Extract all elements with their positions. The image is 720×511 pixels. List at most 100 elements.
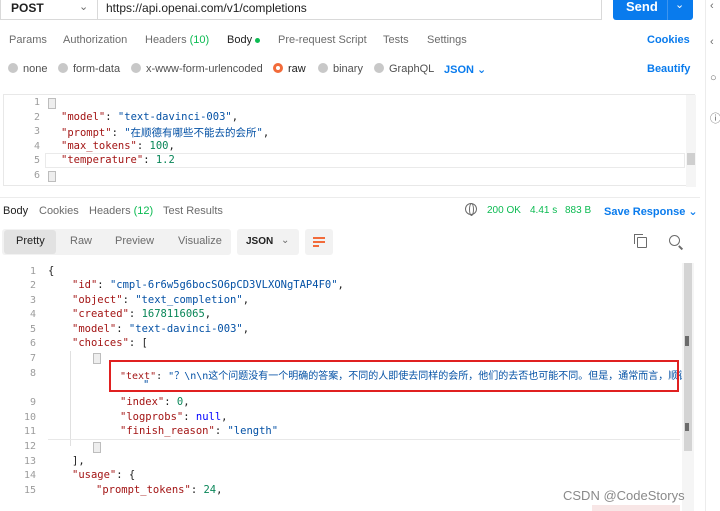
response-time[interactable]: 4.41 s	[530, 205, 557, 216]
url-text: https://api.openai.com/v1/completions	[106, 1, 307, 15]
json-key: "prompt_tokens"	[96, 484, 191, 496]
tab-params[interactable]: Params	[9, 34, 47, 46]
code-line: ],	[72, 455, 85, 467]
wrap-lines-icon	[313, 237, 325, 239]
code-line: "temperature": 1.2	[61, 154, 175, 166]
json-key: "object"	[72, 294, 123, 306]
code-icon[interactable]: ‹	[710, 0, 714, 12]
code-snippet-icon[interactable]: ‹	[710, 36, 714, 48]
status-code[interactable]: 200 OK	[487, 205, 521, 216]
scrollbar-marker	[685, 336, 689, 346]
radio-binary[interactable]: binary	[318, 63, 363, 75]
body-type-options: none form-data x-www-form-urlencoded raw…	[0, 62, 700, 80]
method-select[interactable]: POST ⌄	[0, 0, 97, 20]
search-icon[interactable]	[669, 235, 680, 246]
json-key: "model"	[72, 323, 117, 335]
send-button[interactable]: Send ⌄	[613, 0, 693, 20]
line-number: 10	[23, 412, 36, 423]
code-line: "model": "text-davinci-003",	[61, 111, 239, 123]
tab-authorization[interactable]: Authorization	[63, 34, 127, 46]
code-line: "prompt": "在顺德有哪些不能去的会所",	[61, 127, 270, 139]
view-visualize[interactable]: Visualize	[178, 235, 222, 247]
request-scrollbar[interactable]	[686, 95, 696, 187]
method-label: POST	[11, 1, 44, 15]
active-dot-icon	[255, 37, 261, 43]
close-brace-marker	[48, 171, 56, 182]
response-tab-body[interactable]: Body	[3, 205, 28, 217]
view-raw[interactable]: Raw	[70, 235, 92, 247]
chevron-down-icon: ⌄	[477, 64, 487, 76]
response-tab-headers[interactable]: Headers (12)	[89, 205, 153, 217]
json-key: "index"	[120, 396, 165, 408]
json-key: "model"	[61, 111, 106, 123]
view-preview[interactable]: Preview	[115, 235, 154, 247]
request-url-bar: POST ⌄ https://api.openai.com/v1/complet…	[0, 0, 700, 22]
radio-graphql[interactable]: GraphQL	[374, 63, 434, 75]
url-input[interactable]: https://api.openai.com/v1/completions	[97, 0, 602, 20]
response-tabs: Body Cookies Headers (12) Test Results 2…	[0, 197, 700, 223]
wrap-lines-icon	[313, 245, 319, 247]
line-number: 13	[23, 456, 36, 467]
response-format-label: JSON	[246, 236, 274, 247]
request-body-editor[interactable]: 1 2 3 4 5 6 "model": "text-davinci-003",…	[3, 94, 696, 187]
tab-tests[interactable]: Tests	[383, 34, 409, 46]
body-format-dropdown[interactable]: JSON ⌄	[444, 63, 486, 76]
json-value: "text-davinci-003"	[117, 111, 232, 123]
response-format-dropdown[interactable]: JSON ⌄	[237, 229, 299, 255]
json-key: "logprobs"	[120, 411, 184, 423]
wrap-lines-button[interactable]	[305, 229, 333, 255]
response-tab-cookies[interactable]: Cookies	[39, 205, 79, 217]
line-number: 7	[29, 353, 36, 364]
line-number: 2	[33, 112, 40, 123]
scrollbar-thumb[interactable]	[687, 153, 695, 165]
line-number: 3	[29, 295, 36, 306]
response-scrollbar[interactable]	[682, 263, 694, 511]
code-line: "id": "cmpl-6r6w5g6bocSO6pCD3VLXONgTAP4F…	[72, 279, 344, 291]
right-sidebar: ‹ ‹ ○ ⓘ	[705, 0, 720, 511]
line-number: 9	[29, 397, 36, 408]
globe-icon[interactable]	[465, 203, 477, 216]
beautify-link[interactable]: Beautify	[647, 63, 690, 75]
chevron-down-icon: ⌄	[281, 235, 290, 246]
radio-none[interactable]: none	[8, 63, 47, 75]
info-icon[interactable]: ⓘ	[710, 110, 720, 126]
tab-body[interactable]: Body	[227, 34, 261, 46]
response-headers-count: (12)	[133, 205, 154, 217]
chevron-down-icon[interactable]: ⌄	[675, 0, 684, 11]
radio-dot-icon	[131, 63, 141, 73]
json-value: "text-davinci-003"	[128, 323, 243, 335]
code-line: "usage": {	[72, 469, 136, 481]
json-value: 100	[149, 140, 169, 152]
copy-icon[interactable]	[634, 234, 647, 248]
tab-settings[interactable]: Settings	[427, 34, 467, 46]
line-number: 4	[33, 141, 40, 152]
radio-raw[interactable]: raw	[273, 63, 306, 75]
open-brace-marker	[48, 98, 56, 109]
radio-urlencoded[interactable]: x-www-form-urlencoded	[131, 63, 263, 75]
radio-dot-icon	[8, 63, 18, 73]
indent-guide	[70, 351, 71, 446]
tab-headers[interactable]: Headers (10)	[145, 34, 209, 46]
code-line: {	[48, 265, 55, 277]
radio-form-data[interactable]: form-data	[58, 63, 120, 75]
response-size[interactable]: 883 B	[565, 205, 591, 216]
headers-count: (10)	[189, 34, 210, 46]
response-tab-test-results[interactable]: Test Results	[163, 205, 223, 217]
scrollbar-marker	[685, 423, 689, 431]
radio-dot-icon	[374, 63, 384, 73]
code-line: "choices": [	[72, 337, 148, 349]
json-value: "text_completion"	[135, 294, 243, 306]
save-response-dropdown[interactable]: Save Response ⌄	[604, 205, 698, 218]
line-number: 11	[23, 426, 36, 437]
open-brace-marker	[93, 353, 101, 364]
cookies-link[interactable]: Cookies	[647, 34, 690, 46]
comment-icon[interactable]: ○	[710, 72, 717, 84]
view-pretty[interactable]: Pretty	[16, 235, 45, 247]
json-key: "choices"	[72, 337, 129, 349]
json-value: 24	[203, 484, 217, 496]
tab-pre-request-script[interactable]: Pre-request Script	[278, 34, 367, 46]
tab-headers-label: Headers	[145, 34, 187, 46]
line-separator	[48, 439, 680, 440]
response-body-viewer[interactable]: 1 2 3 4 5 6 7 8 9 10 11 12 13 14 15 { "i…	[0, 263, 700, 511]
save-response-label: Save Response	[604, 206, 686, 218]
